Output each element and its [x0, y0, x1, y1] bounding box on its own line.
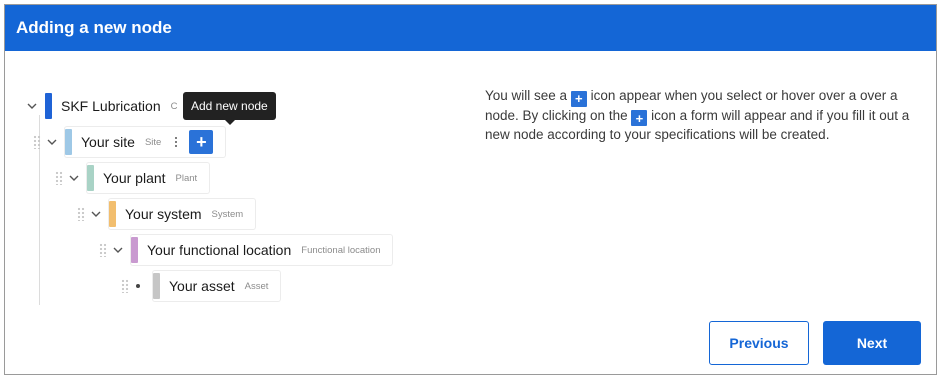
- node-name: SKF Lubrication: [61, 98, 161, 114]
- tree-node-asset[interactable]: Your asset Asset: [121, 271, 281, 301]
- tree-node-site[interactable]: Your site Site +: [33, 127, 226, 157]
- next-button[interactable]: Next: [823, 321, 921, 365]
- tree-node-plant[interactable]: Your plant Plant: [55, 163, 210, 193]
- node-card[interactable]: Your plant Plant: [87, 163, 210, 193]
- dialog-title: Adding a new node: [16, 18, 172, 37]
- chevron-down-icon[interactable]: [91, 211, 103, 217]
- node-type: Functional location: [301, 244, 381, 256]
- node-color-bar: [65, 129, 72, 155]
- chevron-down-icon[interactable]: [113, 247, 125, 253]
- node-name: Your site: [81, 134, 135, 150]
- node-name: Your functional location: [147, 242, 292, 258]
- node-color-bar: [45, 93, 52, 119]
- tree-node-root[interactable]: SKF Lubrication C: [27, 91, 177, 121]
- node-name: Your asset: [169, 278, 235, 294]
- node-color-bar: [87, 165, 94, 191]
- node-color-bar: [131, 237, 138, 263]
- drag-handle-icon[interactable]: [33, 135, 41, 149]
- instruction-text: You will see a + icon appear when you se…: [485, 87, 925, 144]
- node-card[interactable]: Your functional location Functional loca…: [131, 235, 393, 265]
- node-type: Asset: [244, 280, 269, 292]
- drag-handle-icon[interactable]: [99, 243, 107, 257]
- more-options-icon[interactable]: [169, 131, 183, 153]
- drag-handle-icon[interactable]: [77, 207, 85, 221]
- node-card[interactable]: Your site Site +: [65, 127, 226, 157]
- node-type: Site: [144, 136, 162, 148]
- node-card[interactable]: Your asset Asset: [153, 271, 281, 301]
- chevron-down-icon[interactable]: [47, 139, 59, 145]
- drag-handle-icon[interactable]: [121, 279, 129, 293]
- previous-button[interactable]: Previous: [709, 321, 809, 365]
- node-name: Your plant: [103, 170, 166, 186]
- tree-node-system[interactable]: Your system System: [77, 199, 256, 229]
- chevron-down-icon[interactable]: [69, 175, 81, 181]
- dialog: Adding a new node SKF Lubrication C Your…: [4, 4, 937, 375]
- node-type: System: [211, 208, 244, 220]
- bullet-icon: [135, 283, 147, 289]
- tree-node-functional-location[interactable]: Your functional location Functional loca…: [99, 235, 393, 265]
- chevron-down-icon[interactable]: [27, 103, 39, 109]
- node-type: C: [170, 100, 178, 112]
- dialog-header: Adding a new node: [5, 5, 936, 51]
- plus-icon: +: [631, 110, 648, 126]
- instruction-part-1: You will see a: [485, 88, 568, 103]
- add-node-button[interactable]: +: [189, 130, 214, 154]
- node-type: Plant: [175, 172, 198, 184]
- drag-handle-icon[interactable]: [55, 171, 63, 185]
- node-name: Your system: [125, 206, 202, 222]
- node-color-bar: [109, 201, 116, 227]
- add-node-tooltip: Add new node: [183, 92, 276, 125]
- node-card[interactable]: Your system System: [109, 199, 256, 229]
- plus-icon: +: [570, 90, 587, 107]
- node-color-bar: [153, 273, 160, 299]
